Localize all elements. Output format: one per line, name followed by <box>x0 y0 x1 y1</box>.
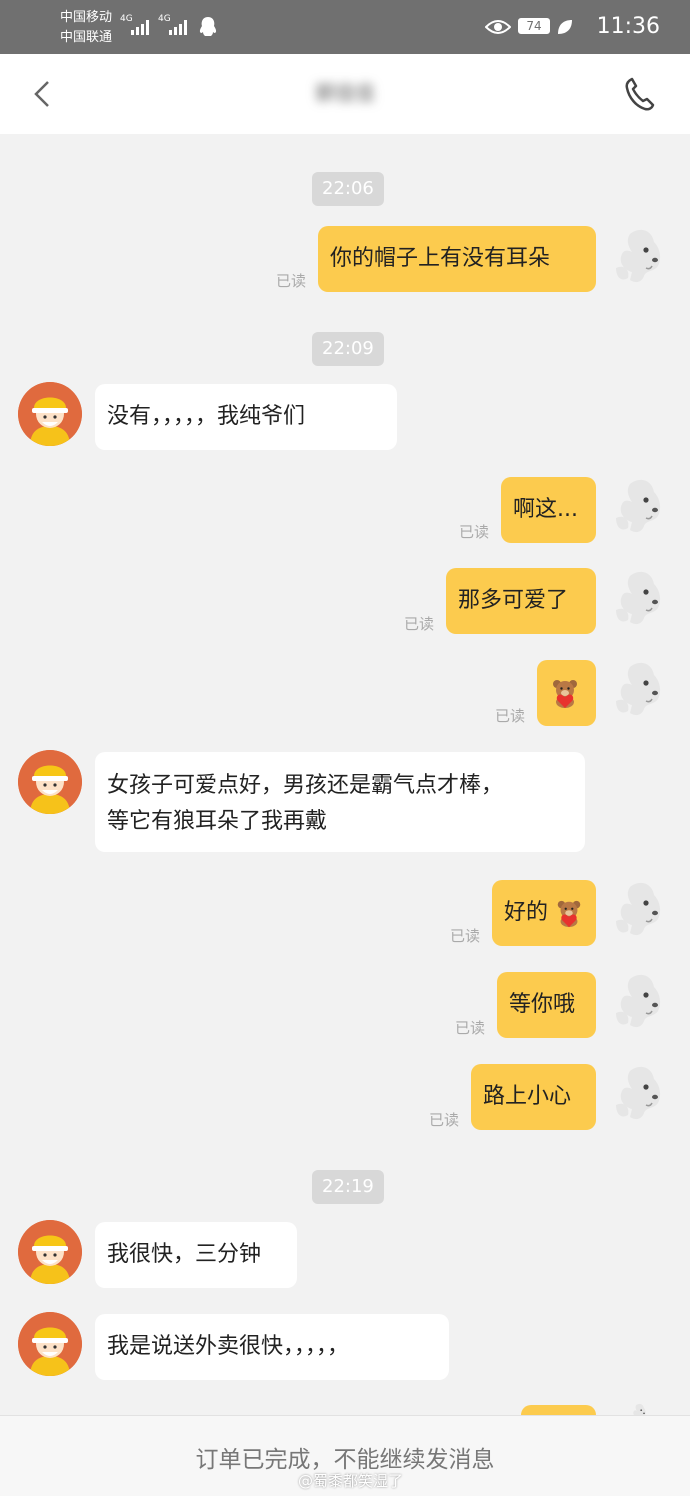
timestamp: 22:19 <box>312 1170 384 1204</box>
message-text: 没有，，，，，我纯爷们 <box>107 404 306 429</box>
read-receipt: 已读 <box>404 615 435 633</box>
dog-avatar[interactable] <box>608 566 670 630</box>
leaf-icon <box>558 20 572 34</box>
incoming-message[interactable]: 女孩子可爱点好，男孩还是霸气点才棒， 等它有狼耳朵了我再戴 <box>95 752 585 852</box>
incoming-message[interactable]: 没有，，，，，我纯爷们 <box>95 384 397 450</box>
message-text: 我是说送外卖很快，，，，， <box>107 1334 350 1359</box>
read-receipt: 已读 <box>455 1019 486 1037</box>
signal-icon <box>169 20 187 35</box>
incoming-message[interactable]: 我很快，三分钟 <box>95 1222 297 1288</box>
battery-level: 74 <box>526 19 542 33</box>
bear-heart-sticker <box>554 898 584 928</box>
outgoing-message[interactable]: 你的帽子上有没有耳朵 <box>318 226 596 292</box>
qq-icon <box>199 17 217 36</box>
outgoing-message[interactable]: 路上小心 <box>471 1064 596 1130</box>
message-text: 等你哦 <box>509 992 576 1017</box>
message-text: 啊这... <box>513 497 578 522</box>
read-receipt: 已读 <box>459 523 490 541</box>
dog-avatar[interactable] <box>608 657 670 721</box>
outgoing-message[interactable]: 等你哦 <box>497 972 596 1038</box>
message-text: 你的帽子上有没有耳朵 <box>330 246 551 271</box>
phone-icon[interactable] <box>622 76 656 112</box>
dog-avatar[interactable] <box>608 474 670 538</box>
chat-header: 郭佳佳 <box>0 54 690 134</box>
message-line: 女孩子可爱点好，男孩还是霸气点才棒， <box>107 773 504 798</box>
clock: 11:36 <box>596 14 660 39</box>
courier-avatar[interactable] <box>18 750 82 814</box>
read-receipt: 已读 <box>429 1111 460 1129</box>
back-chevron-icon[interactable] <box>30 80 54 108</box>
read-receipt: 已读 <box>495 707 526 725</box>
courier-avatar[interactable] <box>18 1220 82 1284</box>
message-text: 路上小心 <box>483 1084 572 1109</box>
carrier-1: 中国移动 <box>60 10 113 25</box>
incoming-message[interactable]: 我是说送外卖很快，，，，， <box>95 1314 449 1380</box>
outgoing-message[interactable]: 啊这... <box>501 477 596 543</box>
message-line: 等它有狼耳朵了我再戴 <box>107 809 328 834</box>
dog-avatar[interactable] <box>608 224 670 288</box>
contact-name: 郭佳佳 <box>315 81 375 105</box>
outgoing-message[interactable]: 好的 <box>492 880 596 946</box>
outgoing-sticker-message[interactable] <box>537 660 596 726</box>
status-bar: 中国移动 中国联通 4G 4G 74 11:36 <box>0 0 690 54</box>
signal-icon <box>131 20 149 35</box>
courier-avatar[interactable] <box>18 382 82 446</box>
message-text: 那多可爱了 <box>458 588 569 613</box>
eye-icon <box>485 20 511 34</box>
carrier-2: 中国联通 <box>60 30 113 45</box>
read-receipt: 已读 <box>450 927 481 945</box>
message-text: 好的 <box>504 900 549 925</box>
dog-avatar[interactable] <box>608 877 670 941</box>
bear-heart-sticker <box>549 677 581 709</box>
dog-avatar[interactable] <box>608 1061 670 1125</box>
dog-avatar[interactable] <box>608 969 670 1033</box>
timestamp: 22:06 <box>312 172 384 206</box>
message-text: 我很快，三分钟 <box>107 1242 262 1267</box>
courier-avatar[interactable] <box>18 1312 82 1376</box>
timestamp: 22:09 <box>312 332 384 366</box>
watermark: @蜀黍都笑湿了 <box>298 1472 404 1490</box>
outgoing-message[interactable]: 那多可爱了 <box>446 568 596 634</box>
read-receipt: 已读 <box>276 272 307 290</box>
order-complete-notice: 订单已完成，不能继续发消息 <box>195 1447 495 1473</box>
battery-icon: 74 <box>518 18 550 34</box>
